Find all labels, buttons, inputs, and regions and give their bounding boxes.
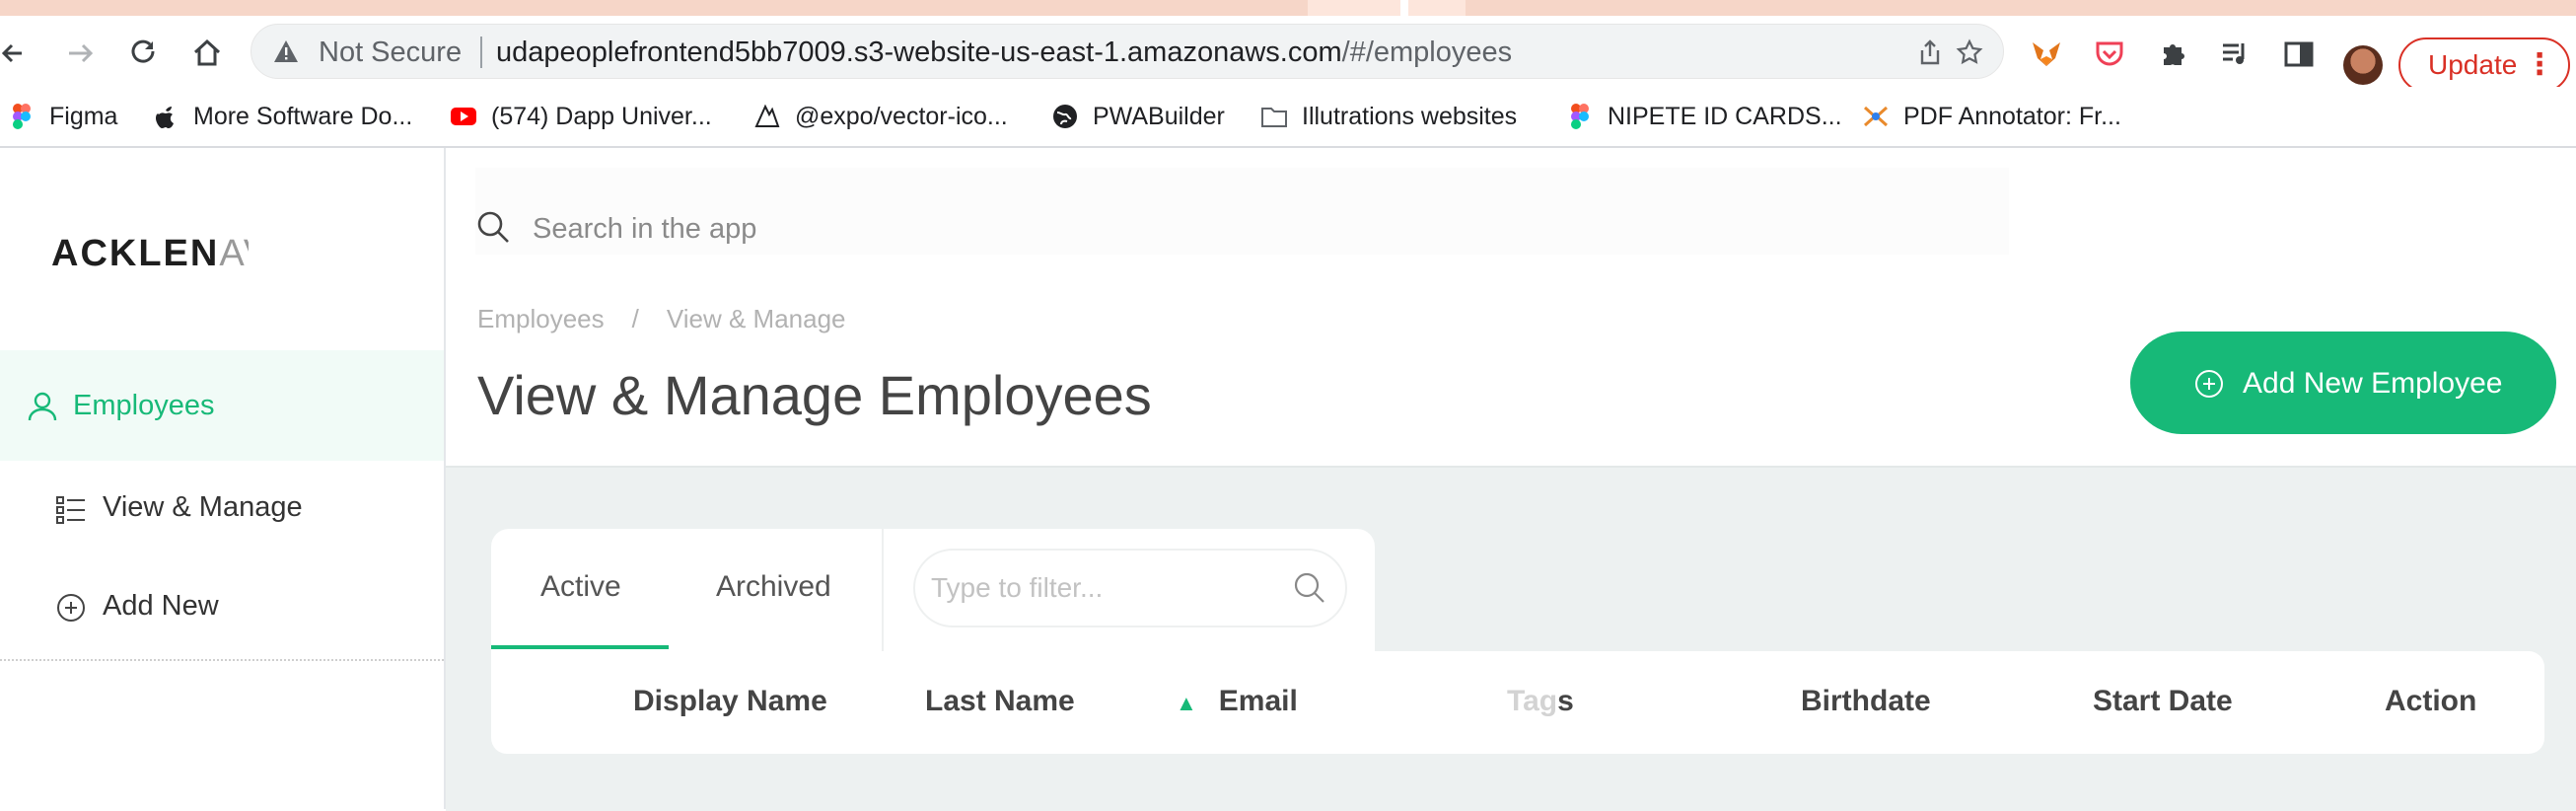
bookmark-label: NIPETE ID CARDS... [1608,102,1842,130]
sidebar-divider [0,659,444,661]
sort-ascending-icon: ▲ [1176,691,1197,715]
tab-archived[interactable]: Archived [716,570,831,604]
column-tags-rest: s [1557,685,1574,717]
home-icon[interactable] [191,37,223,69]
reload-icon[interactable] [128,37,160,69]
bookmark-star-icon[interactable] [1956,38,1983,66]
app-search[interactable]: Search in the app [475,168,2009,255]
bookmark-label: More Software Do... [193,102,413,130]
figma-icon [13,104,31,129]
list-icon [56,496,85,524]
tab-active[interactable]: Active [540,570,621,604]
breadcrumb-separator: / [631,304,639,333]
column-action: Action [2385,685,2477,717]
back-icon[interactable] [0,37,32,69]
sidebar-item-label: View & Manage [103,491,303,523]
share-icon[interactable] [1916,38,1944,66]
bookmark-label: @expo/vector-ico... [795,102,1008,130]
pocket-icon[interactable] [2093,37,2126,71]
content-panel: Active Archived Type to filter... Displa… [446,466,2576,811]
search-icon [477,211,509,243]
column-birthdate[interactable]: Birthdate [1801,685,1931,718]
tabs-card: Active Archived Type to filter... [491,529,1375,651]
column-email-label: Email [1218,685,1298,717]
profile-avatar[interactable] [2343,45,2383,85]
main-content: Search in the app Employees / View & Manag… [446,148,2576,811]
bookmark-pdf-annotator[interactable]: PDF Annotator: Fr... [1862,97,2121,136]
side-panel-icon[interactable] [2282,37,2316,71]
column-tags-fade: Tag [1507,685,1558,717]
app-sidebar: ACKLENAV Employees View & Manage Add New [0,148,446,809]
column-display-name[interactable]: Display Name [633,685,827,718]
globe-icon [1053,105,1077,128]
folder-icon [1261,108,1287,127]
tab-strip [0,0,2576,16]
acklen-logo[interactable]: ACKLENAV [51,233,249,275]
sidebar-item-view-manage[interactable]: View & Manage [0,472,444,551]
bookmark-nipete-id-cards[interactable]: NIPETE ID CARDS... [1566,97,1842,136]
logo-text: ACKLEN [51,233,220,274]
plus-circle-icon [57,594,85,622]
bookmark-label: PDF Annotator: Fr... [1903,102,2121,130]
security-label[interactable]: Not Secure [319,37,462,69]
bookmark-pwabuilder[interactable]: PWABuilder [1051,97,1225,136]
url-text[interactable]: udapeoplefrontend5bb7009.s3-website-us-e… [496,37,1512,69]
breadcrumb-employees[interactable]: Employees [477,304,605,333]
user-icon [28,392,57,421]
bookmark-expo-vector-icons[interactable]: @expo/vector-ico... [753,97,1008,136]
bookmark-label: Figma [49,102,118,130]
youtube-icon [451,108,476,125]
url-host: udapeoplefrontend5bb7009.s3-website-us-e… [496,37,1342,68]
sidebar-item-label: Employees [73,390,215,421]
expo-icon [754,104,780,127]
bookmark-label: Illutrations websites [1302,102,1518,130]
metamask-icon[interactable] [2030,37,2063,71]
logo-text-fade: AV [219,233,249,274]
column-email[interactable]: ▲ Email [1176,685,1298,718]
column-last-name[interactable]: Last Name [925,685,1075,718]
browser-toolbar: Not Secure udapeoplefrontend5bb7009.s3-w… [0,16,2576,93]
figma-icon [1571,104,1589,129]
column-start-date[interactable]: Start Date [2093,685,2233,718]
search-icon[interactable] [1292,570,1327,606]
address-separator [480,37,482,68]
media-control-icon[interactable] [2219,37,2253,71]
sidebar-item-add-new[interactable]: Add New [0,570,444,649]
url-path: /#/employees [1341,37,1513,68]
add-new-employee-button[interactable]: Add New Employee [2130,332,2556,434]
warning-icon [274,40,298,62]
pdf-annotator-icon [1863,106,1889,127]
bookmarks-bar: Figma More Software Do... (574) Dapp Uni… [0,87,2576,148]
column-tags[interactable]: Tags [1507,685,1574,718]
tab-strip-gap [1400,0,1408,16]
sidebar-item-employees[interactable]: Employees [0,350,444,461]
menu-dots-icon[interactable]: ⋮ [2525,39,2554,91]
update-button[interactable]: Update ⋮ [2398,37,2570,93]
tab-strip-gap [1308,0,1466,16]
page-title: View & Manage Employees [477,364,1152,426]
bookmark-illustrations-folder[interactable]: Illutrations websites [1260,97,1517,136]
forward-icon[interactable] [63,37,95,69]
filter-placeholder: Type to filter... [931,572,1104,603]
plus-circle-icon [2195,370,2223,398]
apple-icon [156,107,174,128]
add-button-label: Add New Employee [2243,367,2503,400]
bookmark-more-software[interactable]: More Software Do... [152,97,412,136]
breadcrumb-view-manage[interactable]: View & Manage [667,304,846,333]
bookmark-label: PWABuilder [1093,102,1225,130]
update-label: Update [2428,49,2518,80]
breadcrumb: Employees / View & Manage [477,304,846,334]
address-bar[interactable]: Not Secure udapeoplefrontend5bb7009.s3-w… [250,24,2004,79]
bookmark-figma[interactable]: Figma [8,97,117,136]
search-input[interactable]: Search in the app [533,213,756,246]
tabs-separator [882,529,884,651]
employees-table: Display Name Last Name ▲ Email Tags Birth… [491,651,2544,754]
filter-input[interactable]: Type to filter... [913,549,1347,627]
sidebar-item-label: Add New [103,590,219,622]
bookmark-label: (574) Dapp Univer... [491,102,712,130]
extensions-puzzle-icon[interactable] [2156,37,2189,71]
active-tab-indicator [491,645,669,649]
bookmark-dapp-university[interactable]: (574) Dapp Univer... [450,97,712,136]
